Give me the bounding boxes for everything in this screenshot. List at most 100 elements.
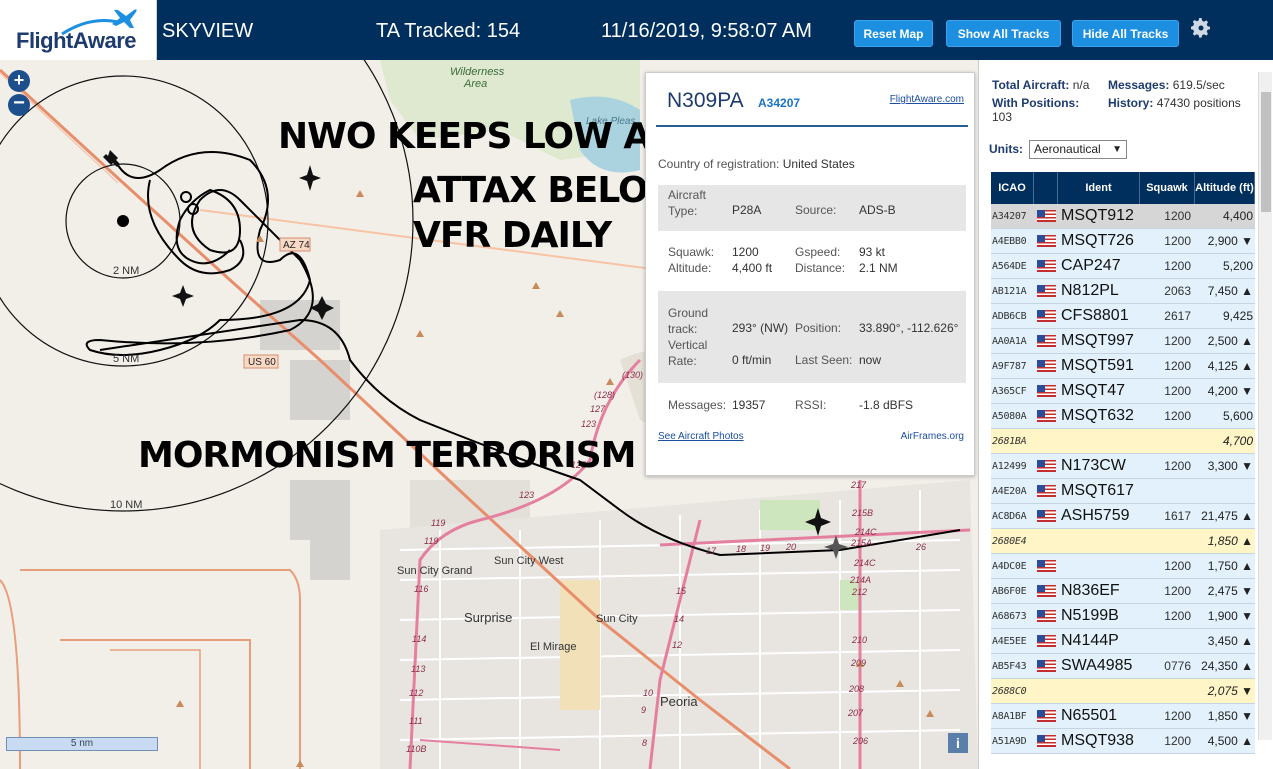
col-squawk[interactable]: Squawk [1140,172,1195,204]
country-label: Country of registration: [658,157,780,171]
row-icao: A4E20A [992,485,1027,497]
row-altitude: 1,750 ▲ [1207,559,1253,573]
flightaware-logo[interactable]: FlightAware [0,0,157,60]
aircraft-type-row: Aircraft Type: P28A Source: ADS-B [658,185,966,231]
us-flag-icon [1036,610,1056,622]
units-select-value: Aeronautical [1034,142,1101,156]
svg-text:26: 26 [915,542,926,552]
history-label: History: [1108,96,1154,110]
zoom-in-button[interactable]: + [8,70,30,92]
row-icao: AC8D6A [992,510,1027,522]
overlay-text-line4: MORMONISM TERRORISM [138,435,636,476]
rssi-label: RSSI: [795,398,827,412]
current-datetime: 11/16/2019, 9:58:07 AM [601,20,812,42]
col-altitude[interactable]: Altitude (ft) [1195,172,1255,204]
squawk-row: Squawk: 1200 Gspeed: 93 kt Altitude: 4,4… [658,245,966,281]
table-row[interactable]: A34207 MSQT912 1200 4,400 [991,204,1255,229]
us-flag-icon [1036,310,1056,322]
row-flag [1034,335,1058,347]
table-row[interactable]: A51A9D MSQT938 1200 4,500 ▲ [991,729,1255,754]
row-altitude: 24,350 ▲ [1201,659,1253,673]
table-row[interactable]: A12499 N173CW 1200 3,300 ▼ [991,454,1255,479]
svg-text:20: 20 [785,542,796,552]
table-row[interactable]: 2680E4 1,850 ▲ [991,529,1255,554]
row-altitude: 5,200 [1222,259,1253,273]
map-info-button[interactable]: i [948,733,968,753]
svg-text:114: 114 [412,634,426,644]
row-squawk: 1200 [1164,234,1191,248]
messages-value: 19357 [732,398,766,412]
scrollbar-thumb[interactable] [1261,92,1271,212]
country-row: Country of registration: United States [658,157,966,171]
row-ident: N173CW [1061,457,1126,474]
map-scale-bar: 5 nm [6,737,158,751]
table-row[interactable]: A4EBB0 MSQT726 1200 2,900 ▼ [991,229,1255,254]
col-flag[interactable] [1034,172,1058,204]
row-ident: N65501 [1061,707,1118,724]
aircraft-type-value: P28A [732,203,762,217]
row-icao: AB121A [992,285,1027,297]
table-row[interactable]: 2688C0 2,075 ▼ [991,679,1255,704]
table-row[interactable]: A365CF MSQT47 1200 4,200 ▼ [991,379,1255,404]
us-flag-icon [1036,510,1056,522]
table-row[interactable]: AB5F43 SWA4985 0776 24,350 ▲ [991,654,1255,679]
table-row[interactable]: A4E20A MSQT617 [991,479,1255,504]
row-ident: MSQT591 [1061,357,1134,374]
row-ident: MSQT938 [1061,732,1134,749]
table-row[interactable]: A68673 N5199B 1200 1,900 ▼ [991,604,1255,629]
row-altitude: 4,200 ▼ [1207,384,1253,398]
row-flag [1034,585,1058,597]
table-row[interactable]: A564DE CAP247 1200 5,200 [991,254,1255,279]
row-icao: AA0A1A [992,335,1027,347]
row-squawk: 1200 [1164,334,1191,348]
row-squawk: 1200 [1164,259,1191,273]
table-row[interactable]: 2681BA 4,700 [991,429,1255,454]
row-icao: A4DC0E [992,560,1027,572]
units-select[interactable]: Aeronautical ▼ [1029,140,1127,159]
table-row[interactable]: A9F787 MSQT591 1200 4,125 ▲ [991,354,1255,379]
zoom-out-button[interactable]: − [8,93,30,116]
row-flag [1034,260,1058,272]
row-squawk: 1200 [1164,384,1191,398]
row-flag [1034,660,1058,672]
row-icao: A5080A [992,410,1027,422]
table-row[interactable]: ADB6CB CFS8801 2617 9,425 [991,304,1255,329]
table-row[interactable]: AB6F0E N836EF 1200 2,475 ▼ [991,579,1255,604]
table-row[interactable]: A8A1BF N65501 1200 1,850 ▼ [991,704,1255,729]
settings-gear-icon[interactable] [1189,16,1213,40]
col-icao[interactable]: ICAO [991,172,1034,204]
flightaware-link[interactable]: FlightAware.com [890,94,964,105]
us-flag-icon [1036,335,1056,347]
svg-text:Area: Area [463,78,487,90]
us-flag-icon [1036,660,1056,672]
row-icao: A9F787 [992,360,1027,372]
table-row[interactable]: AB121A N812PL 2063 7,450 ▲ [991,279,1255,304]
history-value: 47430 positions [1156,96,1241,110]
col-ident[interactable]: Ident [1058,172,1140,204]
row-ident: ASH5759 [1061,507,1130,524]
svg-text:209: 209 [850,658,866,668]
row-altitude: 9,425 [1222,309,1253,323]
row-altitude: 2,900 ▼ [1207,234,1253,248]
show-all-tracks-button[interactable]: Show All Tracks [946,20,1061,47]
aircraft-photos-link[interactable]: See Aircraft Photos [658,431,744,442]
svg-text:18: 18 [736,544,746,554]
reset-map-button[interactable]: Reset Map [854,20,933,47]
svg-text:10: 10 [643,688,653,698]
popup-hex[interactable]: A34207 [758,96,800,110]
table-row[interactable]: AA0A1A MSQT997 1200 2,500 ▲ [991,329,1255,354]
table-row[interactable]: A4DC0E 1200 1,750 ▲ [991,554,1255,579]
us-flag-icon [1036,710,1056,722]
hide-all-tracks-button[interactable]: Hide All Tracks [1072,20,1179,47]
row-squawk: 2063 [1164,284,1191,298]
table-row[interactable]: AC8D6A ASH5759 1617 21,475 ▲ [991,504,1255,529]
table-scrollbar[interactable] [1258,72,1272,740]
svg-text:217: 217 [850,480,867,490]
row-squawk: 0776 [1164,659,1191,673]
table-row[interactable]: A5080A MSQT632 1200 5,600 [991,404,1255,429]
airframes-link[interactable]: AirFrames.org [901,431,964,442]
row-ident: MSQT997 [1061,332,1134,349]
with-positions-label: With Positions: [992,96,1080,110]
table-row[interactable]: A4E5EE N4144P 3,450 ▲ [991,629,1255,654]
position-label: Position: [795,321,842,335]
